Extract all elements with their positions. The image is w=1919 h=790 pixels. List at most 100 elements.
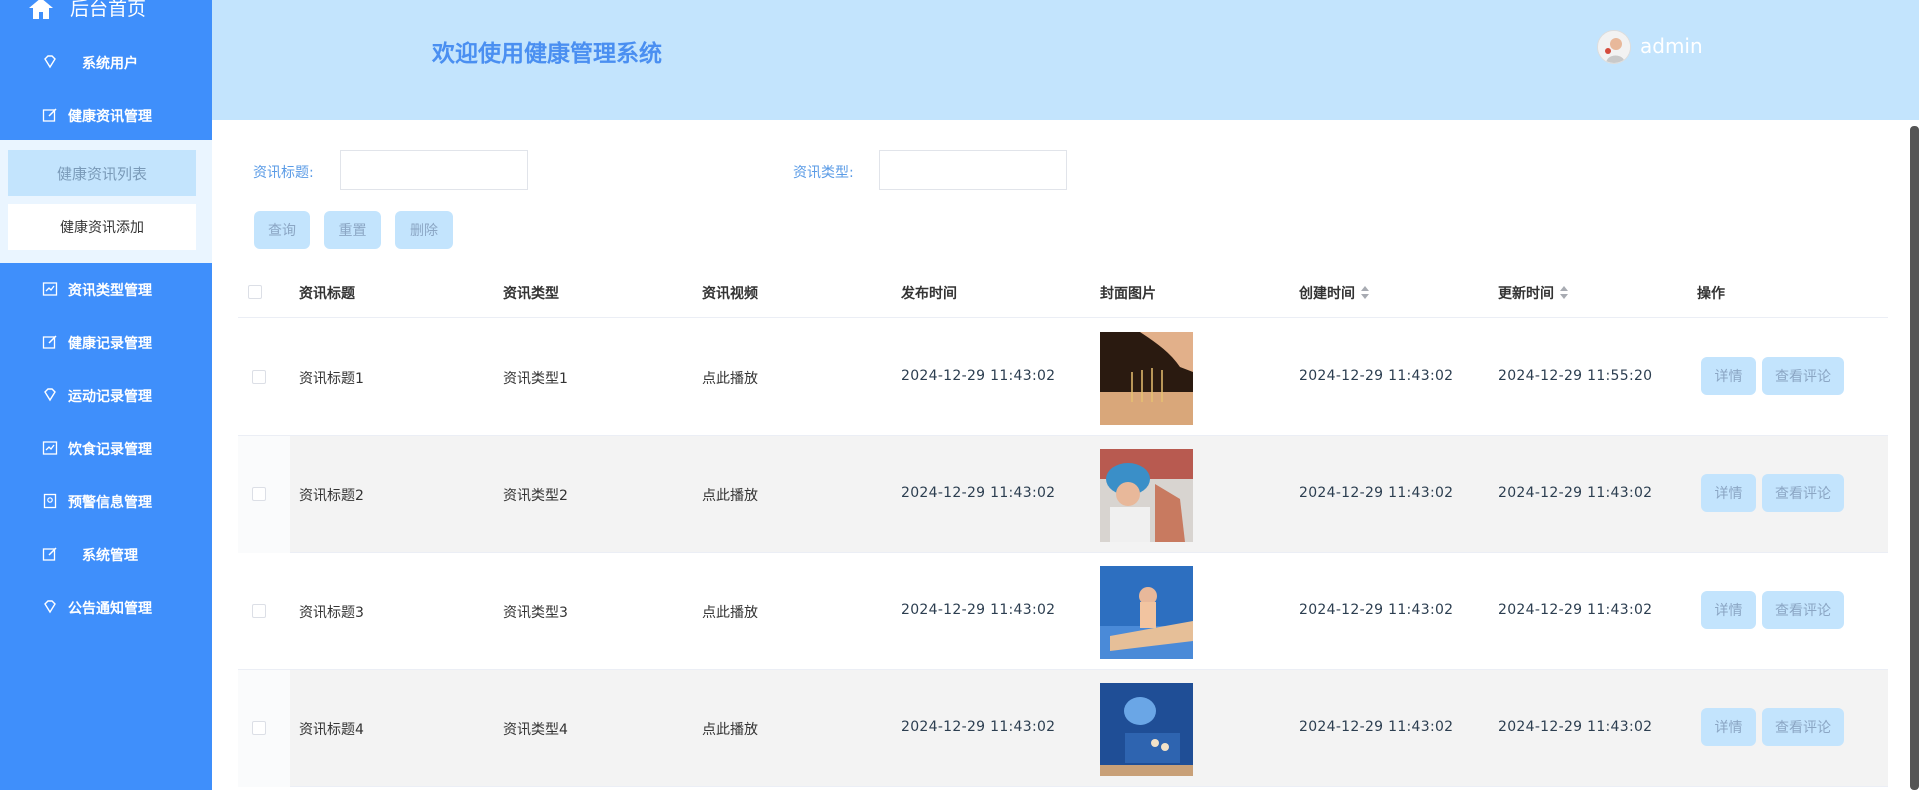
search-type-input[interactable] <box>879 150 1067 190</box>
col-updated[interactable]: 更新时间 <box>1498 283 1568 303</box>
sidebar-item-exercise-records[interactable]: 运动记录管理 <box>0 375 212 415</box>
top-header: 欢迎使用健康管理系统 admin <box>212 0 1919 120</box>
detail-button[interactable]: 详情 <box>1701 591 1756 629</box>
query-button[interactable]: 查询 <box>254 211 310 249</box>
col-publish: 发布时间 <box>901 286 957 302</box>
col-title: 资讯标题 <box>299 286 355 302</box>
chart-icon <box>42 441 58 455</box>
sidebar-item-label: 运动记录管理 <box>68 389 152 405</box>
cell-title: 资讯标题2 <box>299 488 364 504</box>
detail-button[interactable]: 详情 <box>1701 708 1756 746</box>
sidebar-item-diet-records[interactable]: 饮食记录管理 <box>0 428 212 468</box>
sidebar-item-label: 系统用户 <box>82 56 138 72</box>
row-checkbox[interactable] <box>252 604 266 618</box>
cell-title: 资讯标题4 <box>299 722 364 738</box>
cell-title: 资讯标题3 <box>299 605 364 621</box>
table-header: 资讯标题 资讯类型 资讯视频 发布时间 封面图片 创建时间 更新时间 操作 <box>238 266 1888 318</box>
sidebar-item-news-types[interactable]: 资讯类型管理 <box>0 269 212 309</box>
cell-created: 2024-12-29 11:43:02 <box>1299 485 1454 501</box>
table-row: 资讯标题3 资讯类型3 点此播放 2024-12-29 11:43:02 202… <box>238 553 1888 670</box>
sidebar-item-announcements[interactable]: 公告通知管理 <box>0 587 212 627</box>
cell-updated: 2024-12-29 11:55:20 <box>1498 368 1653 384</box>
submenu-health-news: 健康资讯列表 健康资讯添加 <box>0 140 212 263</box>
row-checkbox[interactable] <box>252 370 266 384</box>
chart-icon <box>42 282 58 296</box>
play-video-link[interactable]: 点此播放 <box>702 368 758 388</box>
sidebar-item-label: 公告通知管理 <box>68 601 152 617</box>
col-video: 资讯视频 <box>702 286 758 302</box>
view-comments-button[interactable]: 查看评论 <box>1762 708 1844 746</box>
sidebar-item-label: 健康资讯管理 <box>68 109 152 125</box>
cell-created: 2024-12-29 11:43:02 <box>1299 602 1454 618</box>
sidebar-item-alerts[interactable]: 预警信息管理 <box>0 481 212 521</box>
cell-type: 资讯类型2 <box>503 488 568 504</box>
cell-created: 2024-12-29 11:43:02 <box>1299 368 1454 384</box>
vertical-scrollbar[interactable] <box>1910 126 1919 790</box>
row-checkbox[interactable] <box>252 721 266 735</box>
search-title-input[interactable] <box>340 150 528 190</box>
cell-title: 资讯标题1 <box>299 371 364 387</box>
view-comments-button[interactable]: 查看评论 <box>1762 474 1844 512</box>
col-updated-label: 更新时间 <box>1498 286 1554 302</box>
diamond-icon <box>44 600 56 614</box>
sidebar-home[interactable]: 后台首页 <box>0 0 212 22</box>
cell-type: 资讯类型1 <box>503 371 568 387</box>
table-row: 资讯标题2 资讯类型2 点此播放 2024-12-29 11:43:02 202… <box>238 436 1888 553</box>
cell-updated: 2024-12-29 11:43:02 <box>1498 602 1653 618</box>
table-row: 资讯标题4 资讯类型4 点此播放 2024-12-29 11:43:02 202… <box>238 670 1888 787</box>
cover-image[interactable] <box>1100 332 1193 425</box>
sidebar-item-label: 系统管理 <box>82 548 138 564</box>
sidebar-item-system-admin[interactable]: 系统管理 <box>0 534 212 574</box>
reset-button[interactable]: 重置 <box>324 211 381 249</box>
view-comments-button[interactable]: 查看评论 <box>1762 591 1844 629</box>
col-created[interactable]: 创建时间 <box>1299 283 1369 303</box>
edit-icon <box>42 335 57 349</box>
delete-button[interactable]: 删除 <box>395 211 453 249</box>
sort-icon[interactable] <box>1560 286 1568 300</box>
edit-icon <box>42 108 57 122</box>
cover-image[interactable] <box>1100 449 1193 542</box>
sidebar-home-label: 后台首页 <box>70 0 147 20</box>
detail-button[interactable]: 详情 <box>1701 474 1756 512</box>
select-all-checkbox[interactable] <box>248 285 262 299</box>
play-video-link[interactable]: 点此播放 <box>702 719 758 739</box>
cell-created: 2024-12-29 11:43:02 <box>1299 719 1454 735</box>
cell-publish: 2024-12-29 11:43:02 <box>901 719 1056 735</box>
col-type: 资讯类型 <box>503 286 559 302</box>
sidebar-item-label: 饮食记录管理 <box>68 442 152 458</box>
col-created-label: 创建时间 <box>1299 286 1355 302</box>
cell-updated: 2024-12-29 11:43:02 <box>1498 719 1653 735</box>
submenu-item-news-list[interactable]: 健康资讯列表 <box>8 150 196 196</box>
submenu-item-news-add[interactable]: 健康资讯添加 <box>8 204 196 250</box>
col-cover: 封面图片 <box>1100 286 1156 302</box>
badge-icon <box>43 493 57 509</box>
sidebar-item-health-news[interactable]: 健康资讯管理 <box>0 95 212 135</box>
username[interactable]: admin <box>1640 34 1703 58</box>
row-checkbox[interactable] <box>252 487 266 501</box>
cover-image[interactable] <box>1100 566 1193 659</box>
detail-button[interactable]: 详情 <box>1701 357 1756 395</box>
diamond-icon <box>44 55 56 69</box>
col-actions: 操作 <box>1697 286 1725 302</box>
search-title-label: 资讯标题: <box>253 165 314 181</box>
sidebar-item-system-users[interactable]: 系统用户 <box>0 42 212 82</box>
cell-publish: 2024-12-29 11:43:02 <box>901 485 1056 501</box>
search-type-label: 资讯类型: <box>793 165 854 181</box>
home-icon <box>29 0 53 19</box>
view-comments-button[interactable]: 查看评论 <box>1762 357 1844 395</box>
sort-icon[interactable] <box>1361 286 1369 300</box>
sidebar-item-health-records[interactable]: 健康记录管理 <box>0 322 212 362</box>
sidebar-item-label: 资讯类型管理 <box>68 283 152 299</box>
table-row: 资讯标题1 资讯类型1 点此播放 2024-12-29 11:43:02 202… <box>238 319 1888 436</box>
sidebar-item-label: 健康记录管理 <box>68 336 152 352</box>
cover-image[interactable] <box>1100 683 1193 776</box>
avatar[interactable] <box>1597 30 1631 64</box>
play-video-link[interactable]: 点此播放 <box>702 602 758 622</box>
cell-type: 资讯类型4 <box>503 722 568 738</box>
cell-type: 资讯类型3 <box>503 605 568 621</box>
sidebar-item-label: 预警信息管理 <box>68 495 152 511</box>
sidebar: 后台首页 系统用户 健康资讯管理 健康资讯列表 健康资讯添加 资讯类型管理 健康… <box>0 0 212 790</box>
avatar-icon <box>1598 31 1630 63</box>
play-video-link[interactable]: 点此播放 <box>702 485 758 505</box>
cell-updated: 2024-12-29 11:43:02 <box>1498 485 1653 501</box>
